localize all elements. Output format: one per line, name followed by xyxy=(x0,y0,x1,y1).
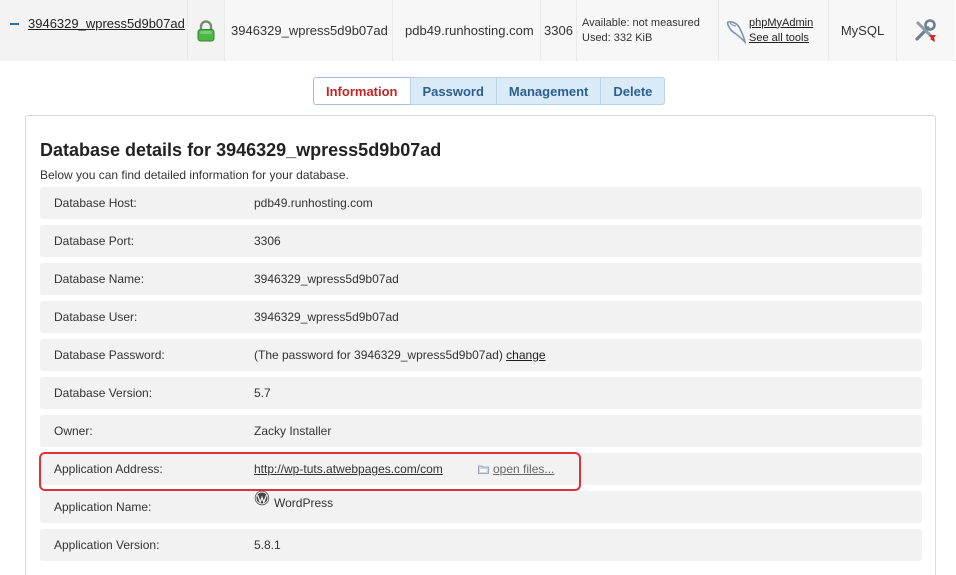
detail-row-version: Database Version: 5.7 xyxy=(40,377,922,409)
available-text: Available: not measured xyxy=(582,16,700,29)
page-title: Database details for 3946329_wpress5d9b0… xyxy=(40,140,442,160)
detail-label: Owner: xyxy=(54,424,93,438)
detail-value: 3946329_wpress5d9b07ad xyxy=(254,272,399,286)
detail-label: Database Password: xyxy=(54,348,165,362)
highlight-box xyxy=(39,452,581,491)
collapse-icon[interactable] xyxy=(10,23,19,25)
detail-row-host: Database Host: pdb49.runhosting.com xyxy=(40,187,922,219)
tab-password[interactable]: Password xyxy=(409,77,497,105)
password-note: (The password for 3946329_wpress5d9b07ad… xyxy=(254,348,503,362)
detail-value: 3946329_wpress5d9b07ad xyxy=(254,310,399,324)
phpmyadmin-dolphin-icon[interactable] xyxy=(725,18,747,44)
detail-value: (The password for 3946329_wpress5d9b07ad… xyxy=(254,348,546,362)
detail-row-app-version: Application Version: 5.8.1 xyxy=(40,529,922,561)
lock-cell xyxy=(188,0,225,61)
detail-value: pdb49.runhosting.com xyxy=(254,196,373,210)
tab-bar: Information Password Management Delete xyxy=(313,77,666,105)
tools-icon[interactable] xyxy=(913,18,939,44)
detail-label: Database Host: xyxy=(54,196,137,210)
detail-row-app-name: Application Name: WordPress xyxy=(40,490,922,523)
detail-label: Database User: xyxy=(54,310,138,324)
detail-row-name: Database Name: 3946329_wpress5d9b07ad xyxy=(40,263,922,295)
page-subtitle: Below you can find detailed information … xyxy=(40,168,349,182)
detail-value: 5.8.1 xyxy=(254,538,281,552)
database-port-cell: 3306 xyxy=(541,0,577,61)
used-text: Used: 332 KiB xyxy=(582,31,653,44)
phpmyadmin-cell: phpMyAdmin See all tools xyxy=(719,0,829,61)
detail-label: Application Name: xyxy=(54,500,152,514)
database-name-cell: 3946329_wpress5d9b07ad xyxy=(0,0,188,61)
database-usage-cell: Available: not measured Used: 332 KiB xyxy=(577,0,719,61)
database-details-panel: Database details for 3946329_wpress5d9b0… xyxy=(25,115,936,575)
detail-value: Zacky Installer xyxy=(254,424,332,438)
phpmyadmin-links: phpMyAdmin See all tools xyxy=(749,16,813,46)
phpmyadmin-link[interactable]: phpMyAdmin xyxy=(749,16,813,31)
detail-row-password: Database Password: (The password for 394… xyxy=(40,339,922,371)
application-name: WordPress xyxy=(274,496,334,510)
database-row: 3946329_wpress5d9b07ad 3946329_wpress5d9… xyxy=(0,0,956,61)
tools-cell xyxy=(897,0,955,61)
wordpress-icon xyxy=(254,490,270,506)
detail-label: Application Version: xyxy=(54,538,160,552)
detail-row-port: Database Port: 3306 xyxy=(40,225,922,257)
detail-value: 3306 xyxy=(254,234,281,248)
change-password-link[interactable]: change xyxy=(506,348,545,362)
tab-information[interactable]: Information xyxy=(313,77,411,105)
detail-label: Database Port: xyxy=(54,234,135,248)
lock-icon[interactable] xyxy=(196,19,216,42)
database-name-link[interactable]: 3946329_wpress5d9b07ad xyxy=(28,16,185,31)
detail-row-user: Database User: 3946329_wpress5d9b07ad xyxy=(40,301,922,333)
database-type-cell: MySQL xyxy=(829,0,897,61)
tab-delete[interactable]: Delete xyxy=(600,77,666,105)
detail-row-owner: Owner: Zacky Installer xyxy=(40,415,922,447)
detail-value: 5.7 xyxy=(254,386,271,400)
detail-value: WordPress xyxy=(254,490,334,510)
database-host-cell: pdb49.runhosting.com xyxy=(393,0,541,61)
tab-management[interactable]: Management xyxy=(495,77,602,105)
detail-label: Database Name: xyxy=(54,272,145,286)
see-all-tools-link[interactable]: See all tools xyxy=(749,31,813,46)
database-user-cell: 3946329_wpress5d9b07ad xyxy=(225,0,393,61)
detail-label: Database Version: xyxy=(54,386,153,400)
